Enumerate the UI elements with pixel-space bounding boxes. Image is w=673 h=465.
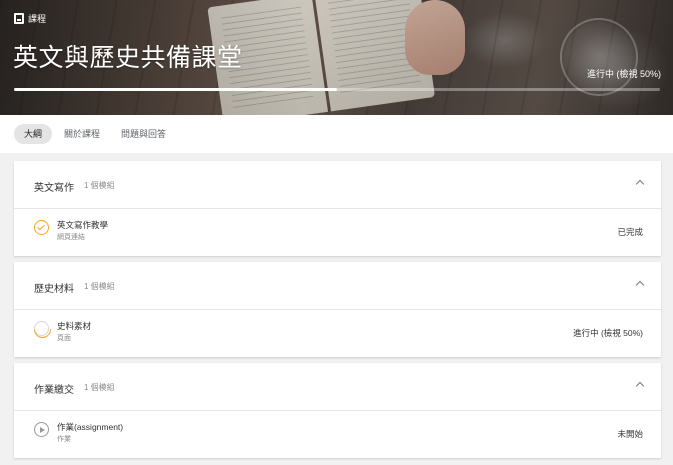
section-history-materials: 歷史材料 1 個模組 史料素材 頁面 進行中 (檢視 50%): [14, 262, 661, 357]
section-module-count: 1 個模組: [84, 282, 115, 291]
section-title: 英文寫作: [34, 183, 74, 194]
module-status: 進行中 (檢視 50%): [573, 328, 643, 338]
tab-outline[interactable]: 大綱: [14, 124, 53, 144]
section-module-count: 1 個模組: [84, 383, 115, 392]
module-type: 頁面: [57, 335, 71, 342]
module-type: 網頁連結: [57, 234, 85, 241]
module-name: 史料素材: [57, 321, 92, 331]
course-progress-fill: [14, 88, 337, 91]
section-title: 歷史材料: [34, 284, 74, 295]
module-status: 未開始: [617, 429, 643, 439]
section-assignment-submission: 作業繳交 1 個模組 作業(assignment) 作業 未開始: [14, 363, 661, 458]
course-progress-bar: [14, 88, 660, 91]
module-status: 已完成: [617, 227, 643, 237]
course-hero: 課程 英文與歷史共備課堂 進行中 (檢視 50%): [0, 0, 673, 115]
breadcrumb[interactable]: 課程: [14, 12, 46, 25]
progress-circle-icon: [34, 321, 49, 336]
breadcrumb-label: 課程: [28, 14, 47, 24]
tab-bar: 大綱 關於課程 問題與回答: [0, 115, 673, 153]
module-item[interactable]: 作業(assignment) 作業 未開始: [14, 411, 661, 458]
section-header[interactable]: 作業繳交 1 個模組: [14, 363, 661, 411]
section-english-writing: 英文寫作 1 個模組 英文寫作教學 網頁連結 已完成: [14, 161, 661, 256]
course-book-icon: [14, 13, 24, 24]
play-circle-icon: [34, 422, 49, 437]
chevron-up-icon[interactable]: [635, 179, 645, 189]
section-header[interactable]: 歷史材料 1 個模組: [14, 262, 661, 310]
chevron-up-icon[interactable]: [635, 381, 645, 391]
section-header[interactable]: 英文寫作 1 個模組: [14, 161, 661, 209]
tab-about-course[interactable]: 關於課程: [54, 124, 110, 144]
module-name: 英文寫作教學: [57, 220, 109, 230]
section-module-count: 1 個模組: [84, 181, 115, 190]
module-type: 作業: [57, 436, 71, 443]
check-circle-icon: [34, 220, 49, 235]
module-item[interactable]: 英文寫作教學 網頁連結 已完成: [14, 209, 661, 256]
module-item[interactable]: 史料素材 頁面 進行中 (檢視 50%): [14, 310, 661, 357]
course-progress-status: 進行中 (檢視 50%): [586, 69, 661, 79]
chevron-up-icon[interactable]: [635, 280, 645, 290]
tab-qa[interactable]: 問題與回答: [111, 124, 176, 144]
module-name: 作業(assignment): [57, 422, 124, 432]
course-title: 英文與歷史共備課堂: [13, 43, 243, 72]
section-title: 作業繳交: [34, 385, 74, 396]
